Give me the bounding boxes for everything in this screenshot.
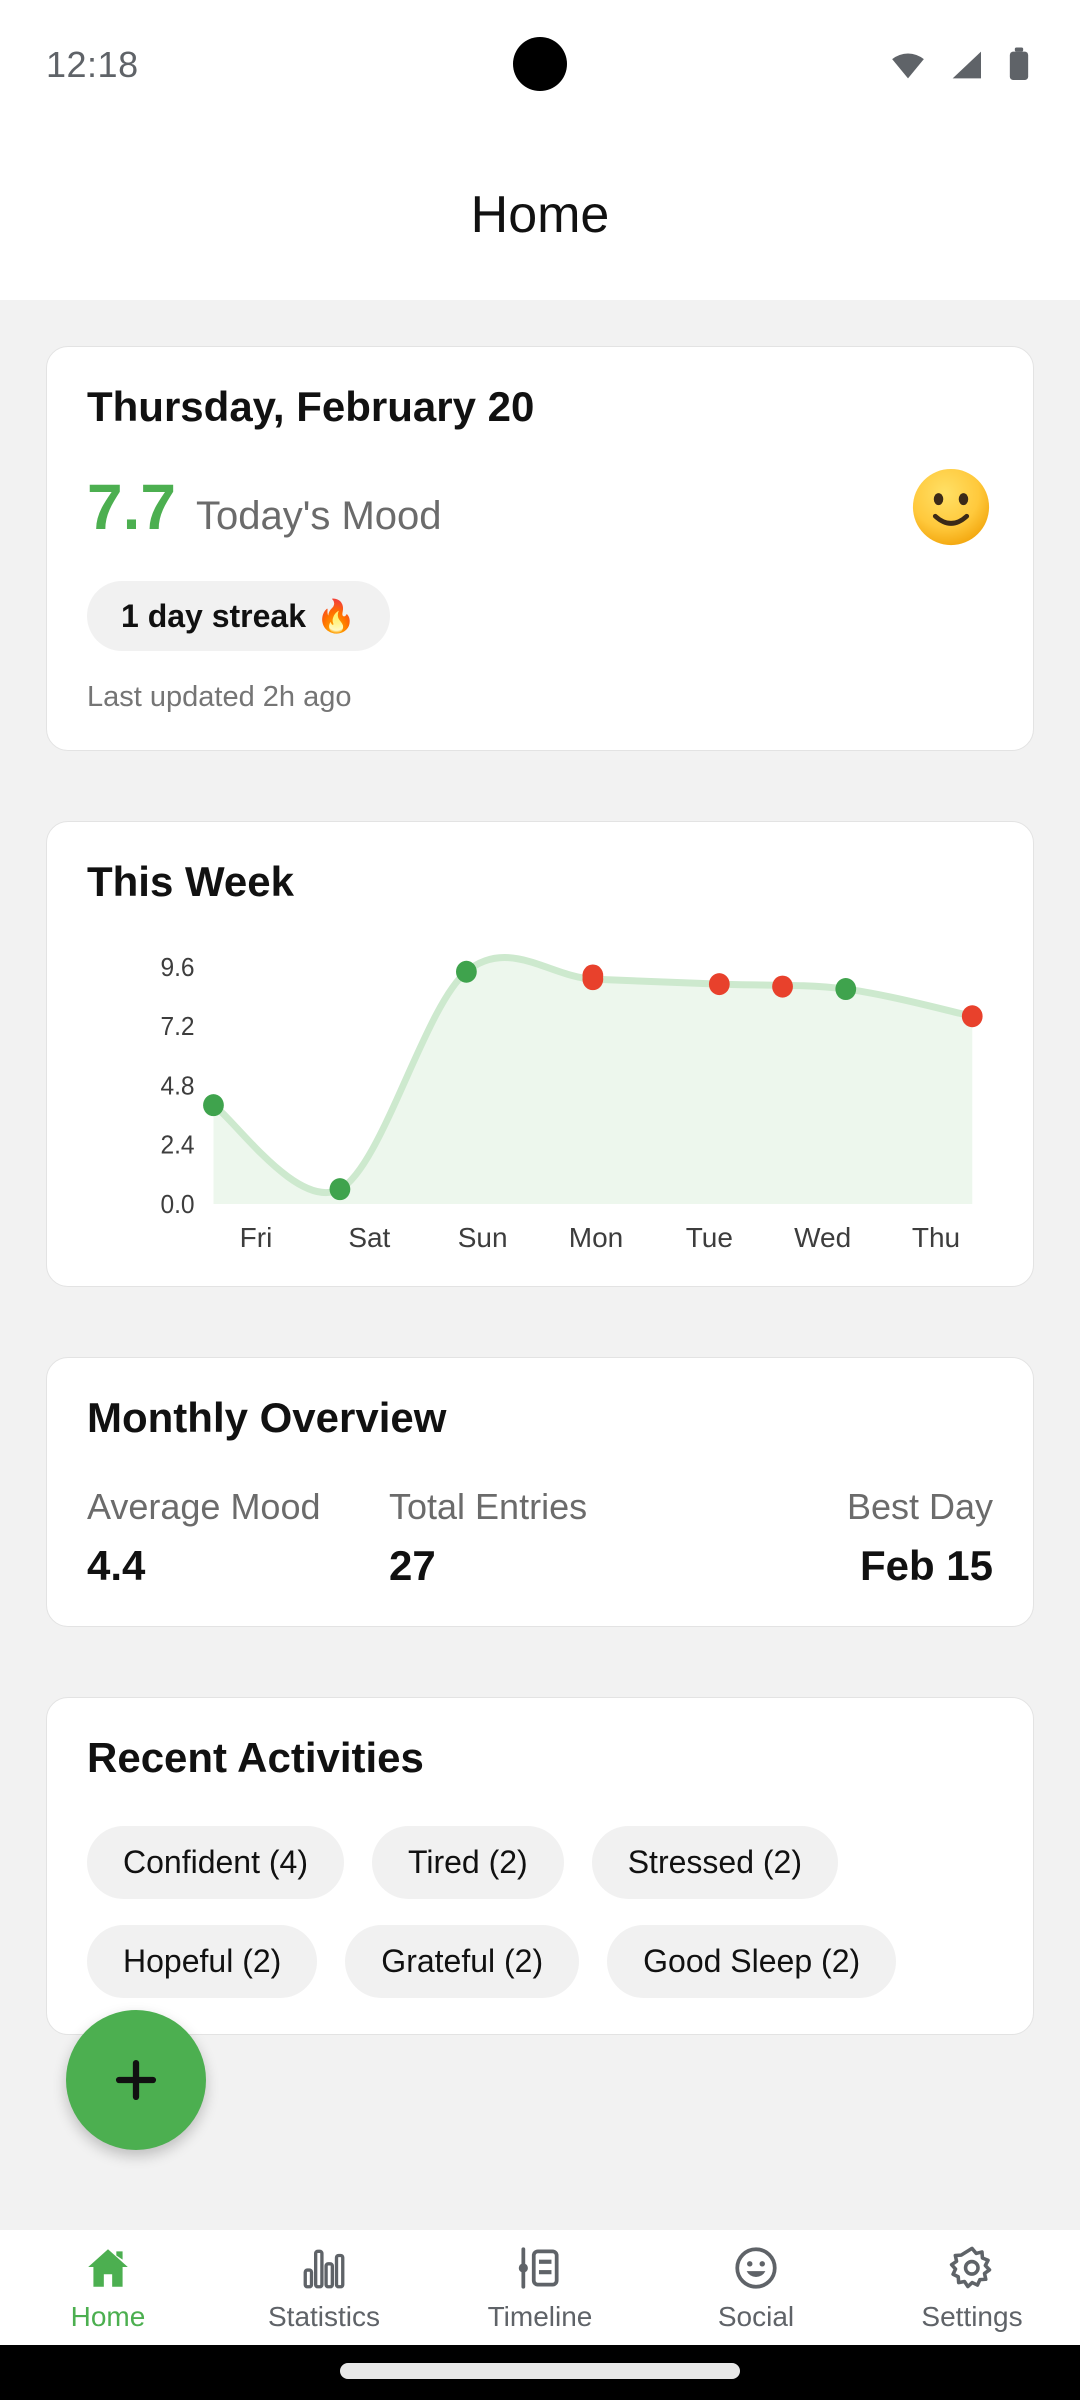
chart-data-point bbox=[329, 1178, 351, 1201]
chart-area-fill bbox=[213, 957, 973, 1204]
chart-data-point bbox=[582, 964, 604, 987]
monthly-stat: Best Day Feb 15 bbox=[691, 1486, 993, 1590]
weekly-mood-chart[interactable]: 0.0 2.4 4.8 7.2 9.6 Fri Sat Sun Mon Tue Wed Thu bbox=[87, 940, 993, 1253]
monthly-stat-label: Average Mood bbox=[87, 1486, 321, 1527]
bar-chart-icon bbox=[303, 2249, 345, 2288]
svg-text:9.6: 9.6 bbox=[160, 953, 194, 982]
nav-item-label: Settings bbox=[921, 2300, 1023, 2332]
streak-label: 1 day streak bbox=[121, 597, 307, 634]
monthly-stat: Total Entries 27 bbox=[389, 1486, 691, 1590]
mood-score-label: Today's Mood bbox=[195, 494, 442, 538]
svg-text:2.4: 2.4 bbox=[160, 1131, 194, 1160]
recent-activities-title: Recent Activities bbox=[87, 1734, 424, 1781]
mood-card-date: Thursday, February 20 bbox=[87, 383, 535, 430]
weekly-mood-chart-svg: 0.0 2.4 4.8 7.2 9.6 bbox=[160, 953, 983, 1219]
bottom-navigation-bar: Home Statistics Timeline Social Settings bbox=[0, 2230, 1080, 2345]
front-camera-cutout bbox=[513, 37, 567, 91]
chart-x-axis-labels: Fri Sat Sun Mon Tue Wed Thu bbox=[221, 1222, 971, 1254]
chart-x-label: Thu bbox=[911, 1222, 961, 1253]
monthly-stat-label: Best Day bbox=[846, 1486, 993, 1527]
chart-data-point bbox=[456, 960, 477, 983]
add-entry-fab[interactable] bbox=[66, 2010, 206, 2150]
timeline-icon bbox=[518, 2246, 559, 2289]
app-bar: Home bbox=[0, 130, 1080, 300]
monthly-stats-row: Average Mood 4.4 Total Entries 27 Best Day Fe… bbox=[87, 1486, 993, 1590]
streak-badge: 1 day streak 🔥 bbox=[87, 581, 390, 651]
monthly-stat-label: Total Entries bbox=[389, 1486, 588, 1527]
smiley-face-icon bbox=[735, 2246, 777, 2289]
nav-item-timeline[interactable]: Timeline bbox=[432, 2243, 648, 2333]
activity-chip[interactable]: Confident (4) bbox=[87, 1826, 344, 1899]
wifi-icon bbox=[892, 53, 924, 79]
monthly-stat-value: Feb 15 bbox=[859, 1542, 993, 1589]
activity-chip[interactable]: Tired (2) bbox=[371, 1826, 564, 1899]
chart-x-label: Sun bbox=[457, 1222, 508, 1253]
scroll-content[interactable]: Thursday, February 20 7.7 Today's Mood 1… bbox=[0, 300, 1080, 2230]
chart-x-label: Sat bbox=[348, 1222, 391, 1253]
status-bar: 12:18 bbox=[0, 0, 1080, 130]
mood-score-row: 7.7 Today's Mood bbox=[87, 465, 993, 549]
nav-item-label: Timeline bbox=[487, 2300, 593, 2332]
svg-text:4.8: 4.8 bbox=[160, 1072, 194, 1101]
chart-data-point bbox=[772, 975, 793, 998]
activity-chip[interactable]: Good Sleep (2) bbox=[607, 1925, 897, 1998]
nav-item-home[interactable]: Home bbox=[0, 2243, 216, 2333]
monthly-stat: Average Mood 4.4 bbox=[87, 1486, 389, 1590]
todays-mood-card[interactable]: Thursday, February 20 7.7 Today's Mood 1… bbox=[46, 346, 1034, 751]
nav-item-social[interactable]: Social bbox=[648, 2243, 864, 2333]
this-week-title: This Week bbox=[87, 858, 294, 905]
monthly-overview-title: Monthly Overview bbox=[87, 1394, 447, 1441]
status-bar-icons bbox=[888, 45, 1034, 85]
activity-chip-list: Confident (4) Tired (2) Stressed (2) Hopefu… bbox=[87, 1826, 993, 1998]
slightly-smiling-face-icon bbox=[912, 468, 990, 546]
monthly-overview-card[interactable]: Monthly Overview Average Mood 4.4 Total En… bbox=[46, 1357, 1034, 1627]
chart-x-label: Wed bbox=[794, 1222, 852, 1253]
activity-chip[interactable]: Hopeful (2) bbox=[87, 1925, 318, 1998]
page-title: Home bbox=[470, 186, 610, 244]
chart-data-point bbox=[835, 978, 857, 1001]
monthly-stat-value: 4.4 bbox=[87, 1542, 146, 1589]
mood-score-group: 7.7 Today's Mood bbox=[87, 470, 442, 544]
recent-activities-card[interactable]: Recent Activities Confident (4) Tired (2)… bbox=[46, 1697, 1034, 2035]
nav-item-statistics[interactable]: Statistics bbox=[216, 2243, 432, 2333]
monthly-stat-value: 27 bbox=[389, 1542, 436, 1589]
gesture-navigation-area bbox=[0, 2345, 1080, 2400]
nav-item-label: Home bbox=[70, 2300, 146, 2332]
svg-text:0.0: 0.0 bbox=[160, 1190, 194, 1219]
phone-screen: 12:18 Home Thursday, February 20 7.7 Tod… bbox=[0, 0, 1080, 2400]
chart-x-label: Fri bbox=[239, 1222, 273, 1253]
chart-data-point bbox=[708, 973, 730, 996]
chart-x-label: Tue bbox=[685, 1222, 733, 1253]
nav-item-label: Social bbox=[717, 2300, 795, 2332]
cellular-signal-icon bbox=[952, 51, 981, 79]
gear-icon bbox=[949, 2246, 992, 2288]
mood-score-value: 7.7 bbox=[87, 471, 176, 543]
activity-chip[interactable]: Grateful (2) bbox=[345, 1925, 580, 1998]
chart-data-point bbox=[961, 1005, 983, 1028]
this-week-card[interactable]: This Week 0.0 2.4 4.8 7.2 9.6 Fri Sat Sun Mon Tu… bbox=[46, 821, 1034, 1287]
plus-icon bbox=[115, 2059, 157, 2101]
chart-x-label: Mon bbox=[568, 1222, 624, 1253]
home-gesture-bar[interactable] bbox=[340, 2363, 740, 2379]
last-updated-text: Last updated 2h ago bbox=[87, 681, 352, 713]
nav-item-label: Statistics bbox=[267, 2300, 381, 2332]
battery-icon bbox=[1009, 47, 1029, 80]
svg-text:7.2: 7.2 bbox=[160, 1012, 194, 1041]
home-icon bbox=[88, 2248, 128, 2287]
activity-chip[interactable]: Stressed (2) bbox=[591, 1826, 838, 1899]
chart-data-point bbox=[203, 1094, 224, 1117]
status-bar-clock: 12:18 bbox=[46, 44, 139, 85]
fire-icon: 🔥 bbox=[316, 598, 356, 634]
nav-item-settings[interactable]: Settings bbox=[864, 2243, 1080, 2333]
